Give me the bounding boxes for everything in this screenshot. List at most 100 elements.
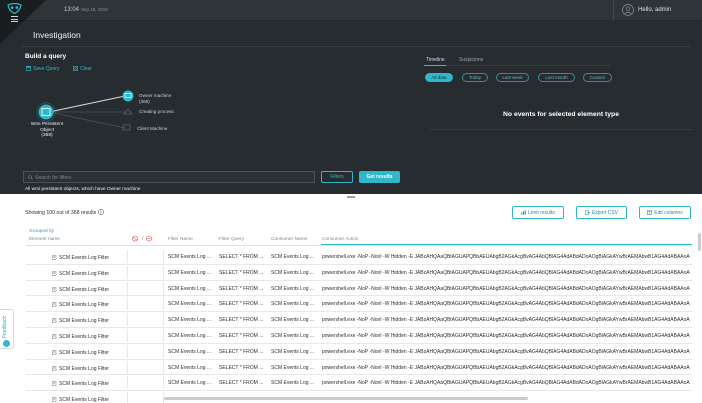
filter-query-cell: SELECT * FROM ... [219, 317, 264, 324]
filter-doc-icon [52, 334, 57, 339]
filter-query-cell: SELECT * FROM ... [219, 332, 264, 339]
filter-doc-icon [52, 286, 57, 292]
col-filter-query[interactable]: Filter Query [219, 237, 244, 242]
root-node[interactable] [38, 104, 54, 120]
table-row[interactable]: SCM Events Log Filter SCM Events Log ... S… [26, 281, 692, 297]
edit-columns-button[interactable]: Edit columns [639, 206, 691, 219]
consumer-name-cell: SCM Events Log ... [271, 269, 315, 276]
filter-last-week[interactable]: Last week [496, 73, 529, 82]
limit-results-label: Limit results [528, 209, 555, 216]
filters-button[interactable]: Filters [321, 171, 353, 183]
element-name[interactable]: SCM Events Log Filter [59, 287, 109, 293]
filter-last-month[interactable]: Last month [538, 73, 575, 82]
filter-name-cell: SCM Events Log ... [168, 269, 212, 276]
filter-doc-icon [52, 302, 57, 308]
tab-suspicions[interactable]: Suspicions [459, 57, 483, 63]
element-name-cell: SCM Events Log Filter [26, 265, 128, 279]
element-name[interactable]: SCM Events Log Filter [59, 255, 109, 261]
results-count: Showing 100 out of 368 results [25, 210, 97, 216]
consumer-action-cell: powershell.exe -NoP -NonI -W Hidden -E J… [322, 380, 690, 387]
edit-columns-label: Edit columns [654, 209, 683, 216]
filter-doc-icon [52, 381, 57, 387]
user-avatar-icon[interactable] [622, 4, 634, 16]
filter-doc-icon [52, 270, 57, 276]
table-row[interactable]: SCM Events Log Filter SCM Events Log ... S… [26, 265, 692, 281]
save-query-label: Save Query [33, 66, 60, 72]
cybereason-logo-icon[interactable] [7, 3, 22, 14]
owner-machine-node[interactable] [122, 90, 134, 102]
timeline-divider [430, 129, 692, 130]
table-row[interactable]: SCM Events Log Filter SCM Events Log ... S… [26, 344, 692, 360]
sorted-column-indicator [321, 244, 692, 245]
element-name-cell: SCM Events Log Filter [26, 376, 128, 390]
client-machine-label[interactable]: Client Machine [137, 126, 167, 132]
element-name[interactable]: SCM Events Log Filter [59, 397, 109, 403]
consumer-name-cell: SCM Events Log ... [271, 285, 315, 292]
hamburger-icon[interactable] [11, 16, 18, 22]
filter-today[interactable]: Today [462, 73, 488, 82]
page-title: Investigation [33, 30, 81, 40]
filter-doc-icon [52, 365, 57, 371]
element-name-cell: SCM Events Log Filter [26, 313, 128, 327]
element-name-cell: SCM Events Log Filter [26, 360, 128, 374]
element-name[interactable]: SCM Events Log Filter [59, 318, 109, 324]
element-name[interactable]: SCM Events Log Filter [59, 350, 109, 356]
filter-name-cell: SCM Events Log ... [168, 317, 212, 324]
col-consumer-name[interactable]: Consumer Name [271, 237, 307, 242]
consumer-action-cell: powershell.exe -NoP -NonI -W Hidden -E J… [322, 364, 690, 371]
info-icon[interactable] [98, 209, 104, 215]
feedback-tab[interactable]: Feedback [0, 309, 14, 349]
element-name-cell: SCM Events Log Filter [26, 281, 128, 295]
table-row[interactable]: SCM Events Log Filter SCM Events Log ... S… [26, 249, 692, 265]
bar-chart-icon [521, 209, 526, 215]
col-element-name[interactable]: Element name [29, 237, 60, 242]
vertical-scrollbar[interactable] [698, 233, 701, 251]
root-node-label: Wmi Persistent Object (368) [23, 122, 71, 139]
owner-machine-count: (368) [139, 98, 150, 104]
filter-all-data[interactable]: All data [425, 73, 453, 82]
table-row[interactable]: SCM Events Log Filter SCM Events Log ... S… [26, 312, 692, 328]
filter-search-input[interactable] [35, 173, 305, 182]
suspicion-cell [128, 265, 164, 279]
tab-timeline[interactable]: Timeline [426, 57, 445, 63]
table-row[interactable]: SCM Events Log Filter SCM Events Log ... S… [26, 375, 692, 392]
suspicion-cell [128, 313, 164, 327]
get-results-button[interactable]: Get results [359, 171, 400, 183]
filter-query-cell: SELECT * FROM ... [219, 380, 264, 387]
grouped-by-label[interactable]: Grouped by [29, 229, 54, 234]
clear-icon [73, 66, 79, 72]
consumer-action-cell: powershell.exe -NoP -NonI -W Hidden -E J… [322, 269, 690, 276]
table-row[interactable]: SCM Events Log Filter SCM Events Log ... S… [26, 328, 692, 344]
element-name[interactable]: SCM Events Log Filter [59, 302, 109, 308]
element-name[interactable]: SCM Events Log Filter [59, 366, 109, 372]
panel-resize-handle[interactable] [347, 196, 355, 198]
filter-search-box[interactable] [23, 171, 315, 183]
consumer-name-cell: SCM Events Log ... [271, 254, 315, 260]
export-csv-button[interactable]: Export CSV [576, 206, 627, 219]
clock-date: Sep 18, 2018 [81, 7, 108, 12]
filter-doc-icon [52, 318, 57, 324]
save-query-button[interactable]: Save Query [26, 66, 59, 72]
table-row[interactable]: SCM Events Log Filter SCM Events Log ... S… [26, 296, 692, 313]
export-csv-label: Export CSV [591, 209, 619, 216]
element-name-cell: SCM Events Log Filter [26, 328, 128, 342]
suspicion-cell [128, 360, 164, 374]
creating-process-node[interactable] [123, 108, 133, 115]
filter-custom[interactable]: Custom [583, 73, 612, 82]
table-row[interactable]: SCM Events Log Filter SCM Events Log ... S… [26, 360, 692, 376]
suspicion-cell [128, 392, 164, 403]
element-name[interactable]: SCM Events Log Filter [59, 271, 109, 277]
clear-button[interactable]: Clear [73, 66, 92, 72]
search-icon [28, 175, 33, 180]
col-filter-name[interactable]: Filter Name [168, 237, 193, 242]
col-consumer-action[interactable]: Consumer Action [322, 237, 359, 242]
user-greeting[interactable]: Hello, admin [638, 7, 671, 13]
consumer-action-cell: powershell.exe -NoP -NonI -W Hidden -E J… [322, 348, 690, 355]
creating-process-label[interactable]: Creating process [139, 109, 174, 115]
filter-name-cell: SCM Events Log ... [168, 254, 212, 260]
element-name[interactable]: SCM Events Log Filter [59, 334, 109, 340]
horizontal-scrollbar[interactable] [164, 397, 528, 400]
limit-results-button[interactable]: Limit results [512, 206, 564, 219]
element-name[interactable]: SCM Events Log Filter [59, 381, 109, 387]
owner-machine-label[interactable]: Owner machine (368) [139, 93, 171, 104]
